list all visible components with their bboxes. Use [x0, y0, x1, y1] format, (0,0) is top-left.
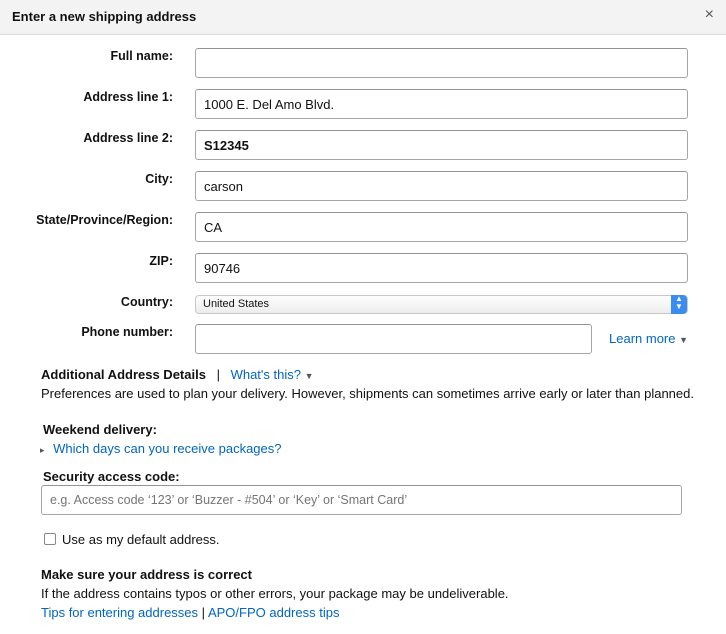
city-label: City: — [145, 172, 173, 186]
whats-this-link[interactable]: What's this? — [231, 367, 301, 382]
address-line-2-input[interactable] — [195, 130, 688, 160]
notice-text: If the address contains typos or other e… — [41, 586, 509, 601]
state-input[interactable] — [195, 212, 688, 242]
full-name-input[interactable] — [195, 48, 688, 78]
chevron-down-icon: ▼ — [679, 335, 689, 345]
learn-more-link[interactable]: Learn more ▼ — [609, 331, 688, 346]
close-icon[interactable]: × — [705, 6, 714, 24]
country-selected-value: United States — [203, 298, 270, 310]
tips-link[interactable]: Tips for entering addresses — [41, 605, 198, 620]
notice-title: Make sure your address is correct — [41, 567, 252, 582]
default-address-label: Use as my default address. — [62, 532, 220, 547]
country-select[interactable]: United States ▲ ▼ — [195, 295, 688, 314]
weekend-delivery-toggle[interactable]: ▸ Which days can you receive packages? — [40, 441, 282, 456]
additional-details-heading: Additional Address Details | What's this… — [41, 367, 314, 382]
zip-label: ZIP: — [149, 254, 173, 268]
additional-description: Preferences are used to plan your delive… — [41, 386, 694, 401]
phone-input[interactable] — [195, 324, 592, 354]
city-input[interactable] — [195, 171, 688, 201]
security-code-title: Security access code: — [43, 469, 180, 484]
weekend-delivery-title: Weekend delivery: — [43, 422, 157, 437]
address-line-1-input[interactable] — [195, 89, 688, 119]
phone-label: Phone number: — [81, 325, 173, 339]
security-code-input[interactable] — [41, 485, 682, 515]
modal-header: Enter a new shipping address × — [0, 0, 726, 35]
notice-links: Tips for entering addresses | APO/FPO ad… — [41, 605, 340, 620]
address-line-2-label: Address line 2: — [83, 131, 173, 145]
state-label: State/Province/Region: — [36, 213, 173, 227]
default-address-checkbox[interactable] — [44, 533, 56, 545]
expand-triangle-icon: ▸ — [40, 445, 45, 455]
weekend-delivery-link[interactable]: Which days can you receive packages? — [53, 441, 281, 456]
chevron-down-icon: ▼ — [304, 371, 314, 381]
address-line-1-label: Address line 1: — [83, 90, 173, 104]
full-name-label: Full name: — [110, 49, 173, 63]
zip-input[interactable] — [195, 253, 688, 283]
apo-fpo-link[interactable]: APO/FPO address tips — [208, 605, 340, 620]
modal-title: Enter a new shipping address — [12, 9, 197, 24]
select-stepper-icon: ▲ ▼ — [671, 295, 687, 314]
country-label: Country: — [120, 295, 173, 309]
